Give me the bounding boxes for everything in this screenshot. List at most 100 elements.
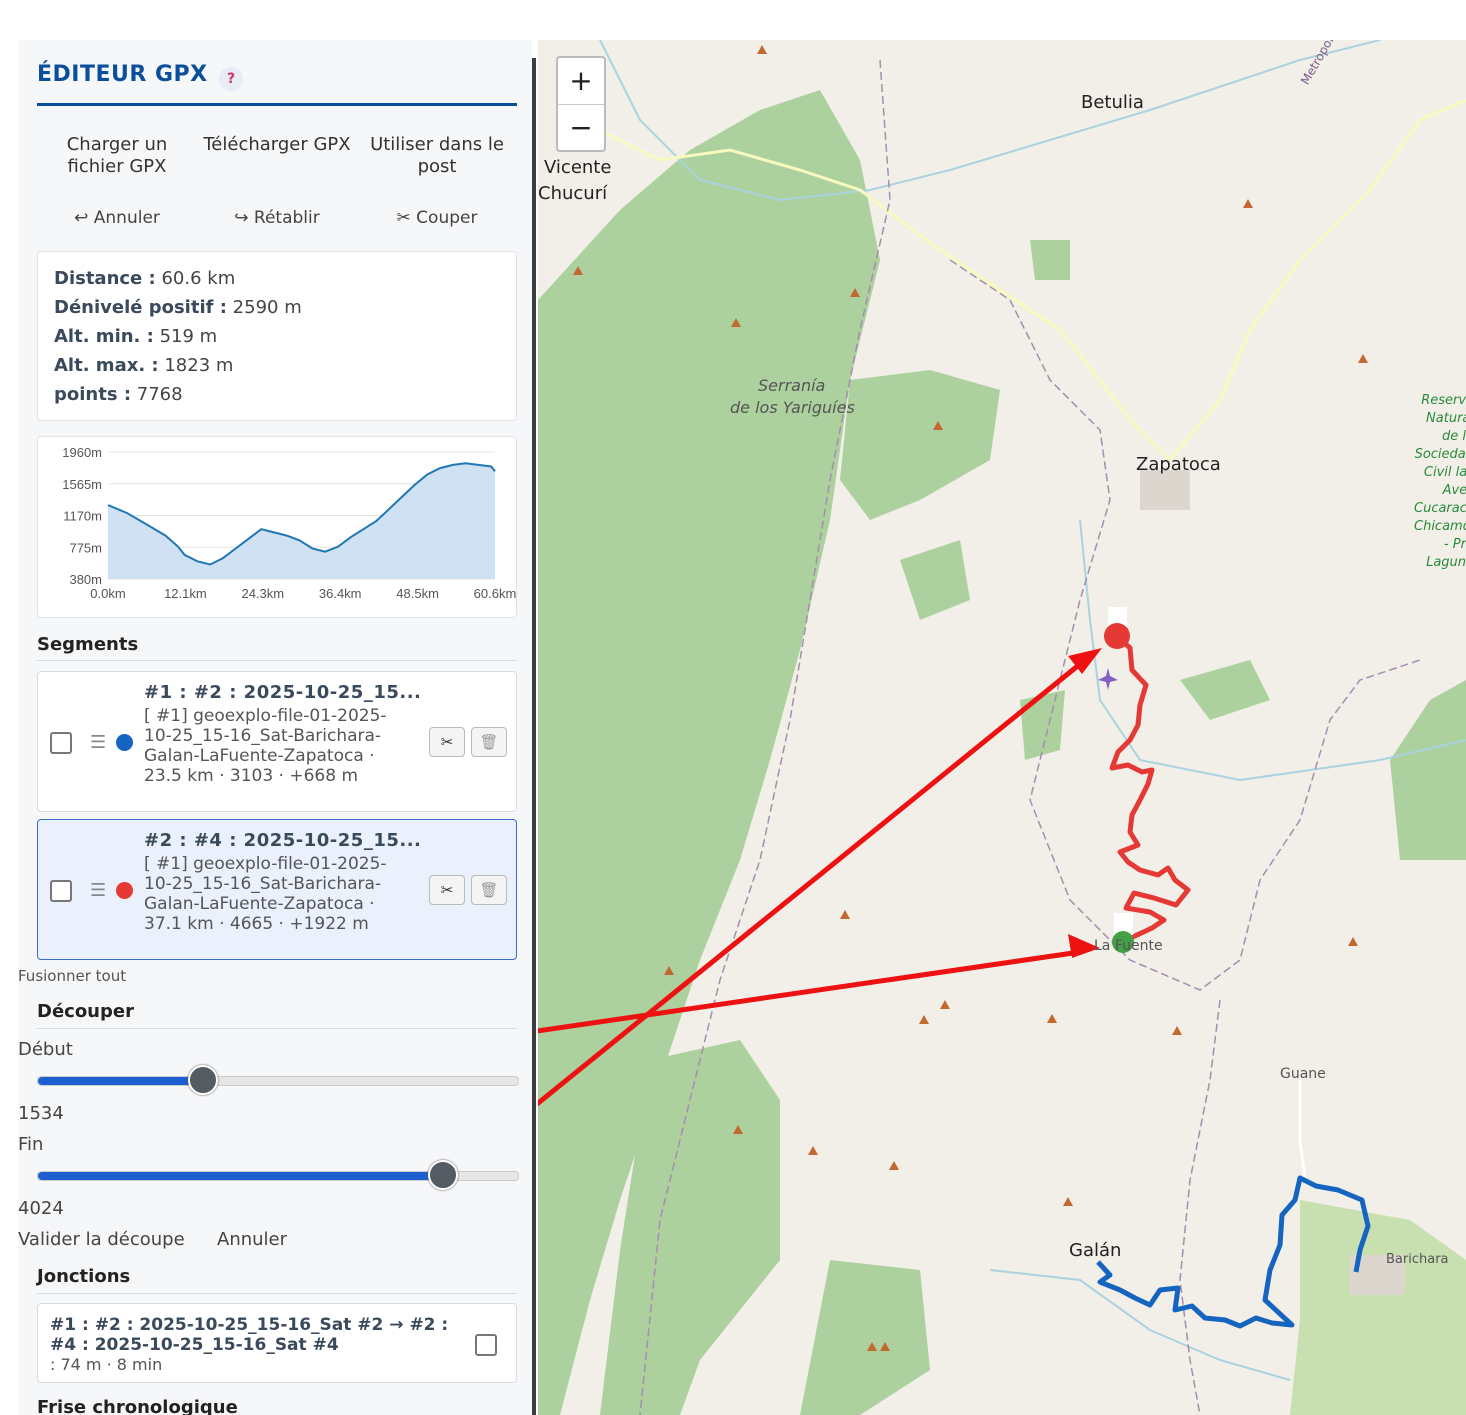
zoom-control: + −: [556, 56, 606, 152]
x-tick-label: 60.6km: [474, 586, 516, 601]
place-label-betulia: Betulia: [1081, 92, 1144, 113]
scissors-icon: ✂: [440, 733, 454, 751]
x-tick-label: 24.3km: [241, 586, 284, 601]
forest-area: [900, 540, 970, 620]
elevation-area: [108, 463, 495, 579]
elevation-chart[interactable]: 1960m 1565m 1170m 775m 380m0.0km 12.1km 24.3km…: [38, 437, 516, 617]
stats-box: Distance : 60.6 km Dénivelé positif : 25…: [37, 251, 517, 421]
junctions-heading: Jonctions: [37, 1266, 131, 1287]
junction-detail: : 74 m · 8 min: [50, 1355, 163, 1374]
cut-button[interactable]: ✂ Couper: [357, 208, 517, 228]
forest-area: [1020, 690, 1065, 760]
start-slider[interactable]: [37, 1065, 519, 1095]
stat-elevation-gain: Dénivelé positif : 2590 m: [54, 297, 302, 318]
cut-divider: [37, 1028, 517, 1029]
segment-checkbox[interactable]: [50, 732, 72, 754]
map-canvas[interactable]: [538, 40, 1466, 1415]
forest-area: [1180, 660, 1270, 720]
forest-area: [1030, 240, 1070, 280]
segment-name: #1 : #2 : 2025-10-25_15...: [144, 682, 422, 703]
download-gpx-button[interactable]: Télécharger GPX: [197, 134, 357, 178]
segment-delete-button[interactable]: 🗑: [471, 727, 507, 757]
forest-area: [1390, 680, 1466, 860]
junction-text: #1 : #2 : 2025-10-25_15-16_Sat #2 → #2 :…: [50, 1315, 449, 1355]
segments-heading: Segments: [37, 634, 139, 655]
trash-icon: 🗑: [479, 733, 499, 751]
elevation-profile[interactable]: 1960m 1565m 1170m 775m 380m 0.0km 12.1km 24.3km…: [37, 436, 517, 618]
start-marker: [1104, 623, 1130, 649]
place-label-la-fuente: La Fuente: [1094, 938, 1163, 954]
start-slider-fill: [38, 1077, 202, 1085]
y-tick-label: 1960m: [62, 445, 102, 460]
forest-area: [840, 370, 1000, 520]
place-label-yariguies: de los Yariguíes: [730, 398, 855, 417]
junction-checkbox[interactable]: [475, 1334, 497, 1356]
segment-color-dot: [116, 734, 133, 751]
end-label: Fin: [18, 1134, 44, 1155]
segment-cut-button[interactable]: ✂: [429, 727, 465, 757]
trash-icon: 🗑: [479, 881, 499, 899]
confirm-cut-link[interactable]: Valider la découpe: [18, 1229, 185, 1250]
stat-alt-min: Alt. min. : 519 m: [54, 326, 218, 347]
file-actions: Charger un fichier GPX Télécharger GPX U…: [37, 134, 517, 178]
editor-title: ÉDITEUR GPX: [37, 62, 208, 87]
x-tick-label: 36.4km: [319, 586, 362, 601]
redo-label: Rétablir: [253, 208, 320, 228]
help-icon[interactable]: ?: [219, 67, 243, 91]
segment-cut-button[interactable]: ✂: [429, 875, 465, 905]
reserve-label: Reserva Natural de la Sociedad Civil las…: [1414, 393, 1466, 570]
place-label-guane: Guane: [1280, 1066, 1326, 1082]
admin-boundary: [949, 259, 1421, 991]
segment-item[interactable]: ☰ #1 : #2 : 2025-10-25_15... [ #1] geoex…: [37, 671, 517, 812]
y-tick-label: 1565m: [62, 477, 102, 492]
y-tick-label: 1170m: [63, 509, 102, 524]
admin-boundary: [1179, 999, 1221, 1415]
load-gpx-button[interactable]: Charger un fichier GPX: [37, 134, 197, 178]
stat-distance: Distance : 60.6 km: [54, 268, 236, 289]
stat-points: points : 7768: [54, 384, 183, 405]
map-view[interactable]: + − Betulia Vicente Chucurí Serranía de …: [538, 40, 1466, 1415]
zoom-out-button[interactable]: −: [558, 105, 604, 151]
place-label-barichara: Barichara: [1386, 1252, 1449, 1267]
use-in-post-button[interactable]: Utiliser dans le post: [357, 134, 517, 178]
segment-description: [ #1] geoexplo-file-01-2025-10-25_15-16_…: [144, 854, 387, 934]
segment-checkbox[interactable]: [50, 880, 72, 902]
scissors-icon: ✂: [440, 881, 454, 899]
panel-resize-handle[interactable]: [532, 58, 536, 1415]
start-slider-thumb[interactable]: [188, 1065, 219, 1095]
end-value: 4024: [18, 1198, 64, 1219]
end-slider-thumb[interactable]: [428, 1160, 459, 1190]
redo-icon: ↪: [234, 208, 249, 228]
place-label-chucuri: Chucurí: [538, 183, 608, 204]
drag-handle-icon[interactable]: ☰: [90, 732, 106, 753]
y-tick-label: 380m: [69, 572, 102, 587]
junction-item[interactable]: #1 : #2 : 2025-10-25_15-16_Sat #2 → #2 :…: [37, 1303, 517, 1383]
red-track-segment: [1109, 634, 1191, 945]
stat-alt-max: Alt. max. : 1823 m: [54, 355, 234, 376]
scissors-icon: ✂: [396, 208, 411, 228]
x-tick-label: 12.1km: [164, 586, 207, 601]
redo-button[interactable]: ↪ Rétablir: [197, 208, 357, 228]
start-label: Début: [18, 1039, 73, 1060]
segment-item-selected[interactable]: ☰ #2 : #4 : 2025-10-25_15... [ #1] geoex…: [37, 819, 517, 960]
x-tick-label: 0.0km: [90, 586, 125, 601]
cut-heading: Découper: [37, 1001, 134, 1022]
place-label-serrania: Serranía: [758, 376, 826, 395]
segment-delete-button[interactable]: 🗑: [471, 875, 507, 905]
end-slider-fill: [38, 1172, 442, 1180]
forest-area: [800, 1260, 930, 1415]
edit-actions: ↩ Annuler ↪ Rétablir ✂ Couper: [37, 208, 517, 228]
junctions-divider: [37, 1293, 517, 1294]
gpx-editor-panel: ÉDITEUR GPX ? Charger un fichier GPX Tél…: [18, 40, 532, 1415]
town-area: [1140, 470, 1190, 510]
timeline-heading: Frise chronologique: [37, 1397, 238, 1415]
undo-label: Annuler: [93, 208, 160, 228]
undo-button[interactable]: ↩ Annuler: [37, 208, 197, 228]
zoom-in-button[interactable]: +: [558, 58, 604, 105]
merge-all-link[interactable]: Fusionner tout: [18, 967, 126, 985]
end-slider[interactable]: [37, 1160, 519, 1190]
segment-color-dot: [116, 882, 133, 899]
drag-handle-icon[interactable]: ☰: [90, 880, 106, 901]
cancel-cut-link[interactable]: Annuler: [217, 1229, 287, 1250]
place-label-galan: Galán: [1069, 1240, 1122, 1261]
